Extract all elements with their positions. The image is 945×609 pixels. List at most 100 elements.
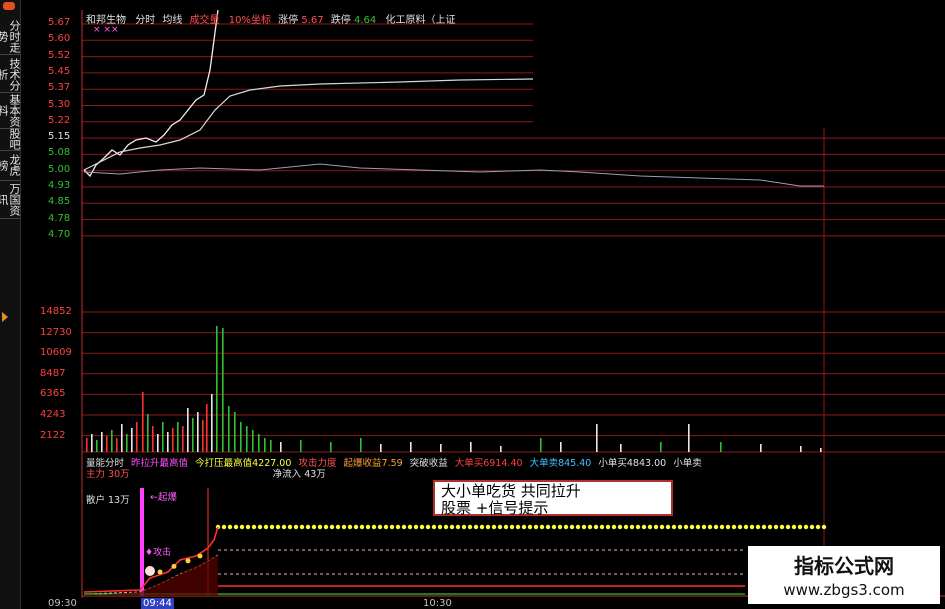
chart-header: 和邦生物 分时 均线 成交量 10%坐标 涨停 5.67 跌停 4.64 化工原… — [86, 11, 455, 26]
volume-bar — [96, 440, 98, 452]
yellow-signal-dot — [227, 524, 233, 530]
volume-bar — [410, 442, 412, 452]
volume-bar — [142, 392, 144, 452]
price-tick-label: 5.22 — [48, 114, 71, 126]
volume-bar — [540, 438, 542, 452]
tab-dragon-tiger[interactable]: 龙虎榜 — [0, 150, 21, 181]
volume-bar — [246, 426, 248, 452]
volume-bar — [106, 436, 108, 452]
price-tick-label: 5.52 — [48, 49, 71, 61]
yellow-signal-dot — [341, 524, 347, 530]
yellow-signal-dot — [503, 524, 509, 530]
volume-bar — [596, 424, 598, 452]
price-tick-label: 4.85 — [48, 196, 71, 208]
tab-fundamentals[interactable]: 基本资料 — [0, 92, 21, 129]
attack-label: ♦攻击 — [145, 548, 172, 558]
yellow-signal-dot — [353, 524, 359, 530]
yellow-signal-dot — [233, 524, 239, 530]
volume-bar — [152, 426, 154, 452]
yellow-signal-dot — [533, 524, 539, 530]
yellow-signal-dot — [761, 524, 767, 530]
yellow-signal-dot — [665, 524, 671, 530]
volume-bar — [211, 394, 213, 452]
yellow-signal-dot — [539, 524, 545, 530]
main-force-value: 30万 — [108, 469, 130, 480]
tab-news[interactable]: 万国资讯 — [0, 180, 21, 219]
volume-bar — [121, 424, 123, 452]
expand-arrow-icon[interactable] — [2, 312, 8, 322]
volume-bar — [380, 444, 382, 452]
time-cursor[interactable]: 09:44 — [141, 598, 174, 609]
yellow-signal-dot — [251, 524, 257, 530]
yellow-signal-dot — [263, 524, 269, 530]
yellow-signal-dot — [239, 524, 245, 530]
tab-technical[interactable]: 技术分析 — [0, 56, 21, 93]
retail-label: 散户 13万 — [86, 495, 130, 506]
yellow-signal-dot — [785, 524, 791, 530]
attack-point-marker — [171, 563, 177, 569]
chart-canvas — [81, 0, 945, 598]
volume-bar — [101, 432, 103, 452]
yellow-signal-dot — [305, 524, 311, 530]
yellow-signal-dot — [467, 524, 473, 530]
yellow-signal-dot — [629, 524, 635, 530]
volume-tick-label: 6365 — [40, 388, 66, 400]
volume-bar — [760, 444, 762, 452]
yellow-signal-dot — [647, 524, 653, 530]
yellow-signal-dot — [299, 524, 305, 530]
volume-bar — [360, 438, 362, 452]
sector-label: 化工原料（上证 — [385, 15, 456, 26]
volume-tick-label: 10609 — [40, 347, 72, 359]
yellow-signal-dot — [653, 524, 659, 530]
annotation-line2: 股票 +信号提示 — [441, 499, 549, 517]
yellow-signal-dot — [323, 524, 329, 530]
attack-point-marker — [185, 558, 191, 564]
limit-down-value: 4.64 — [354, 15, 377, 26]
yellow-signal-dot — [419, 524, 425, 530]
volume-bar — [192, 418, 194, 452]
yellow-signal-dot — [575, 524, 581, 530]
yellow-signal-dot — [449, 524, 455, 530]
ind-smallbuy-value: 4843.00 — [626, 458, 667, 469]
price-tick-label: 5.37 — [48, 82, 71, 94]
yellow-signal-dot — [275, 524, 281, 530]
watermark: 指标公式网 www.zbgs3.com — [748, 546, 940, 604]
volume-bar — [330, 442, 332, 452]
volume-bar — [182, 426, 184, 452]
yellow-signal-dot — [773, 524, 779, 530]
yellow-signal-dot — [347, 524, 353, 530]
volume-bar — [222, 328, 224, 452]
yellow-signal-dot — [221, 524, 227, 530]
view-label[interactable]: 分时 — [135, 15, 155, 26]
volume-bar — [187, 408, 189, 452]
volume-bar — [86, 438, 88, 452]
occlusion-strip — [238, 288, 708, 310]
volume-bar — [234, 412, 236, 452]
volume-bar — [136, 422, 138, 452]
yellow-signal-dot — [371, 524, 377, 530]
yellow-signal-dot — [335, 524, 341, 530]
ind-bigbuy-value: 6914.40 — [483, 458, 523, 469]
marker-xx: × ×× — [93, 25, 119, 35]
yellow-signal-dot — [491, 524, 497, 530]
yellow-signal-dot — [689, 524, 695, 530]
volume-bar — [560, 442, 562, 452]
tab-intraday[interactable]: 分时走势 — [0, 18, 21, 55]
yellow-signal-dot — [311, 524, 317, 530]
yellow-signal-dot — [809, 524, 815, 530]
volume-bar — [264, 438, 266, 452]
price-tick-label: 4.70 — [48, 228, 71, 240]
volume-bar — [270, 440, 272, 452]
tab-forum[interactable]: 股吧 — [0, 128, 21, 151]
ind-bigsell-label: 大单卖 — [529, 458, 559, 469]
yellow-signal-dot — [779, 524, 785, 530]
yellow-signal-dot — [443, 524, 449, 530]
yellow-signal-dot — [461, 524, 467, 530]
watermark-url: www.zbgs3.com — [783, 581, 905, 599]
yellow-signal-dot — [755, 524, 761, 530]
yellow-signal-dot — [659, 524, 665, 530]
volume-bar — [688, 424, 690, 452]
yellow-signal-dot — [395, 524, 401, 530]
volume-tick-label: 12730 — [40, 326, 72, 338]
yellow-signal-dot — [389, 524, 395, 530]
